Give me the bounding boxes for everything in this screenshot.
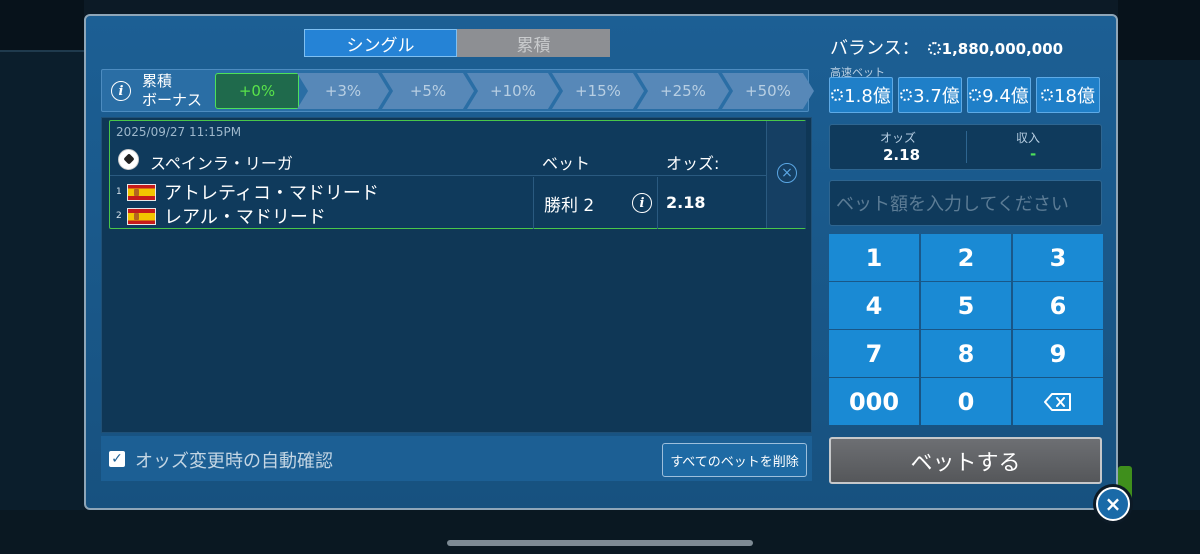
- key-9[interactable]: 9: [1013, 330, 1103, 377]
- key-2[interactable]: 2: [921, 234, 1011, 281]
- key-5[interactable]: 5: [921, 282, 1011, 329]
- bet-datetime: 2025/09/27 11:15PM: [116, 125, 242, 139]
- key-backspace[interactable]: [1013, 378, 1103, 425]
- bet-header-row: スペインラ・リーガ ベット オッズ:: [110, 145, 766, 176]
- team-name-2: レアル・マドリード: [164, 207, 326, 228]
- key-8[interactable]: 8: [921, 330, 1011, 377]
- chip-icon: [1041, 89, 1054, 101]
- close-icon[interactable]: ×: [1096, 487, 1130, 521]
- bet-slip-dialog: シングル 累積 i 累積 ボーナス +0% +3% +5% +10% +15% …: [84, 14, 1118, 510]
- background-bottom: [0, 510, 1200, 554]
- quick-bet-amount: 3.7億: [913, 86, 960, 107]
- quick-bet-amount: 9.4億: [982, 86, 1029, 107]
- team-name-1: アトレティコ・マドリード: [164, 183, 379, 204]
- divider: [966, 131, 967, 163]
- chip-icon: [927, 42, 941, 55]
- bet-list-footer: ✓ オッズ変更時の自動確認 すべてのベットを削除: [101, 436, 812, 481]
- remove-bet-icon[interactable]: ×: [777, 163, 797, 183]
- quick-bet-amount: 1.8億: [844, 86, 891, 107]
- info-icon[interactable]: i: [111, 81, 131, 101]
- info-icon[interactable]: i: [632, 193, 652, 213]
- place-bet-button[interactable]: ベットする: [829, 437, 1102, 484]
- remove-bet-column: ×: [766, 121, 806, 228]
- background-right: [1118, 0, 1200, 554]
- column-odds: オッズ:: [666, 154, 720, 173]
- balance-amount: 1,880,000,000: [927, 40, 1064, 58]
- bet-amount-input[interactable]: ベット額を入力してください: [829, 180, 1102, 226]
- key-3[interactable]: 3: [1013, 234, 1103, 281]
- bonus-label-line2: ボーナス: [142, 91, 203, 109]
- bonus-step-0: +0%: [215, 73, 299, 109]
- backspace-icon: [1044, 392, 1071, 411]
- league-name: スペインラ・リーガ: [150, 154, 293, 173]
- quick-bet-button-2[interactable]: 3.7億: [898, 77, 962, 113]
- total-odds-value: 2.18: [883, 146, 921, 164]
- odds-label: オッズ: [880, 131, 917, 145]
- bonus-step-2: +5%: [382, 73, 474, 109]
- key-1[interactable]: 1: [829, 234, 919, 281]
- bonus-label-line1: 累積: [142, 72, 173, 90]
- bonus-step-6: +50%: [722, 73, 814, 109]
- team-number-1: 1: [116, 187, 122, 197]
- bonus-step-4: +15%: [552, 73, 644, 109]
- bonus-step-5: +25%: [637, 73, 729, 109]
- balance: バランス： 1,880,000,000: [830, 34, 1063, 60]
- bonus-step-3: +10%: [467, 73, 559, 109]
- chip-icon: [900, 89, 913, 101]
- quick-bet-button-3[interactable]: 9.4億: [967, 77, 1031, 113]
- auto-confirm-label: オッズ変更時の自動確認: [135, 451, 333, 472]
- bonus-label: 累積 ボーナス: [142, 72, 202, 110]
- auto-confirm-checkbox[interactable]: ✓: [109, 451, 125, 467]
- column-bet: ベット: [542, 154, 591, 173]
- chip-icon: [831, 89, 844, 101]
- balance-amount-text: 1,880,000,000: [941, 40, 1064, 58]
- key-000[interactable]: 000: [829, 378, 919, 425]
- bonus-steps: +0% +3% +5% +10% +15% +25% +50%: [215, 73, 814, 109]
- quick-bet-amount: 18億: [1054, 86, 1095, 107]
- background-left: [0, 0, 84, 554]
- key-6[interactable]: 6: [1013, 282, 1103, 329]
- odds-income-box: オッズ 2.18 収入 -: [829, 124, 1102, 170]
- spain-flag-icon: [127, 183, 156, 201]
- income-value: -: [1030, 145, 1037, 163]
- balance-label: バランス：: [830, 38, 920, 59]
- income-label: 収入: [1016, 131, 1041, 145]
- chip-icon: [969, 89, 982, 101]
- home-indicator[interactable]: [447, 540, 753, 546]
- quick-bet-button-1[interactable]: 1.8億: [829, 77, 893, 113]
- spain-flag-icon: [127, 207, 156, 225]
- team-row-1: 1 アトレティコ・マドリード: [116, 180, 379, 204]
- bet-card: 2025/09/27 11:15PM スペインラ・リーガ ベット オッズ: 1 …: [109, 120, 806, 229]
- quick-bet-row: 1.8億 3.7億 9.4億 18億: [829, 77, 1101, 113]
- bonus-step-1: +3%: [297, 73, 389, 109]
- quick-bet-button-4[interactable]: 18億: [1036, 77, 1100, 113]
- odds-cell: 2.18: [657, 177, 766, 229]
- tab-single[interactable]: シングル: [304, 29, 457, 57]
- delete-all-bets-button[interactable]: すべてのベットを削除: [662, 443, 807, 477]
- team-row-2: 2 レアル・マドリード: [116, 204, 326, 228]
- numeric-keypad: 1 2 3 4 5 6 7 8 9 000 0: [829, 234, 1103, 426]
- key-4[interactable]: 4: [829, 282, 919, 329]
- soccer-ball-icon: [118, 149, 139, 170]
- pick-text: 勝利 2: [544, 196, 595, 216]
- key-7[interactable]: 7: [829, 330, 919, 377]
- team-number-2: 2: [116, 211, 122, 221]
- tab-accumulator[interactable]: 累積: [457, 29, 610, 57]
- accumulator-bonus-bar: i 累積 ボーナス +0% +3% +5% +10% +15% +25% +50…: [101, 69, 814, 112]
- bet-type-tabs: シングル 累積: [304, 29, 610, 57]
- key-0[interactable]: 0: [921, 378, 1011, 425]
- pick-cell: 勝利 2 i: [533, 177, 657, 229]
- odds-value: 2.18: [666, 193, 706, 212]
